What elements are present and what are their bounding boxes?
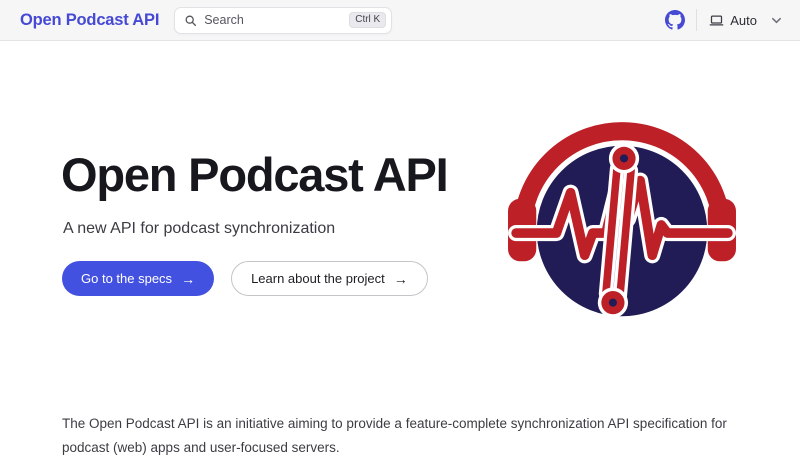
search-placeholder: Search <box>204 13 349 27</box>
learn-about-project-button[interactable]: Learn about the project → <box>231 261 428 296</box>
search-input[interactable]: Search Ctrl K <box>174 7 392 34</box>
search-icon <box>184 14 197 27</box>
chevron-down-icon <box>771 15 782 26</box>
learn-about-project-label: Learn about the project <box>251 271 385 286</box>
github-icon[interactable] <box>654 10 696 30</box>
site-title[interactable]: Open Podcast API <box>20 11 159 30</box>
navbar: Open Podcast API Search Ctrl K Auto <box>0 0 800 41</box>
navbar-actions: Auto <box>654 9 782 31</box>
arrow-right-icon: → <box>181 271 195 287</box>
theme-label: Auto <box>730 13 757 28</box>
page-title: Open Podcast API <box>61 146 447 205</box>
open-podcast-api-logo <box>506 120 738 334</box>
go-to-specs-label: Go to the specs <box>81 271 172 286</box>
intro-paragraph: The Open Podcast API is an initiative ai… <box>62 412 730 460</box>
go-to-specs-button[interactable]: Go to the specs → <box>62 261 214 296</box>
navbar-divider <box>696 9 697 31</box>
hero-tagline: A new API for podcast synchronization <box>63 220 335 238</box>
arrow-right-icon: → <box>394 271 408 287</box>
hero-buttons: Go to the specs → Learn about the projec… <box>62 261 428 296</box>
search-shortcut-badge: Ctrl K <box>349 12 386 28</box>
laptop-icon <box>709 13 724 28</box>
theme-selector[interactable]: Auto <box>709 13 782 28</box>
